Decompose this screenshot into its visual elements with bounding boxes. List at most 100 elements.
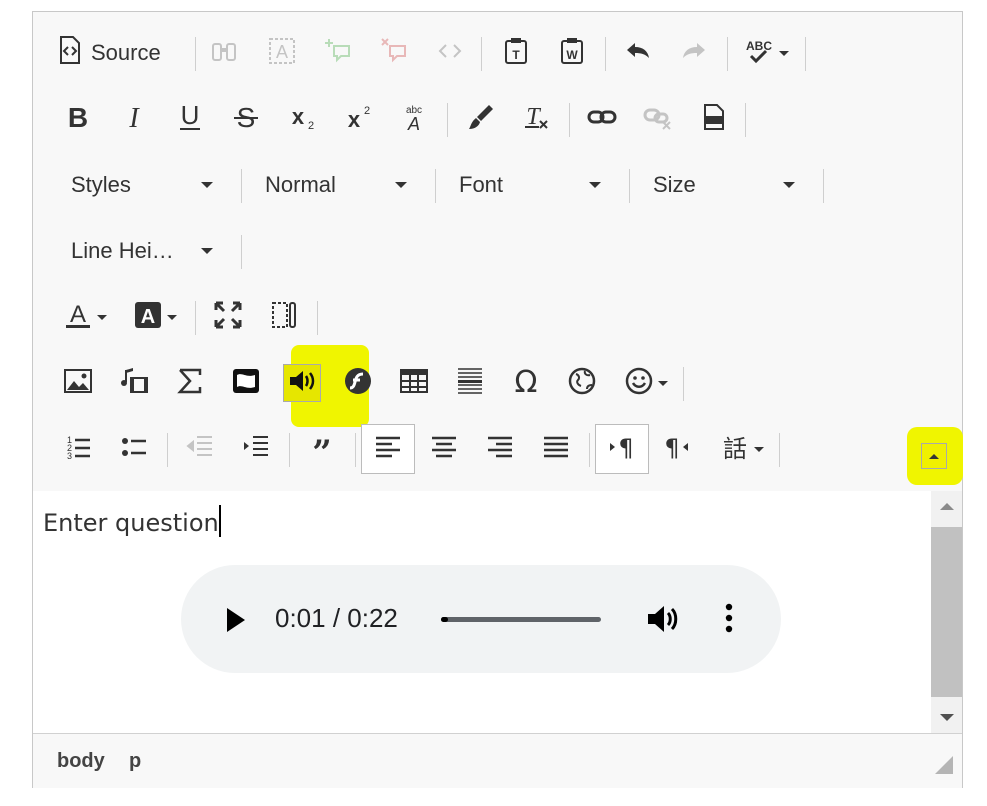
add-comment-icon [323, 36, 353, 71]
text-color-button[interactable]: A [57, 298, 113, 336]
audio-player[interactable]: 0:01 / 0:22 [181, 565, 781, 673]
source-button[interactable]: Source [57, 34, 161, 72]
align-center-button[interactable] [425, 430, 463, 468]
bullet-list-button[interactable] [115, 430, 153, 468]
element-path-bar: body p [33, 733, 962, 788]
collapse-toolbar-button[interactable] [921, 443, 947, 469]
copy-format-button[interactable] [461, 100, 499, 138]
audio-button[interactable] [283, 364, 321, 402]
outdent-button[interactable] [181, 430, 219, 468]
math-button[interactable] [171, 364, 209, 402]
subscript-button[interactable]: x2 [283, 100, 321, 138]
svg-text:x: x [292, 104, 305, 129]
code-button[interactable] [431, 34, 469, 72]
scroll-up-icon[interactable] [940, 503, 954, 510]
format-dropdown[interactable]: Normal [249, 166, 419, 204]
strikethrough-button[interactable]: S [227, 100, 265, 138]
redo-button[interactable] [675, 34, 713, 72]
blockquote-button[interactable]: ” [303, 430, 341, 473]
paste-as-text-icon: T [501, 36, 531, 71]
link-button[interactable] [583, 100, 621, 138]
background-color-button[interactable]: A [127, 298, 183, 336]
binoculars-icon [209, 36, 239, 71]
background-color-icon: A [133, 300, 163, 335]
anchor-button[interactable] [695, 100, 733, 138]
language-button[interactable]: 話 [713, 430, 771, 468]
quote-icon: ” [307, 432, 337, 473]
spellcheck-button[interactable]: ABC [739, 34, 795, 72]
svg-text:T: T [512, 48, 520, 62]
speaker-icon [287, 366, 317, 401]
svg-text:I: I [128, 103, 140, 132]
flash-button[interactable] [339, 364, 377, 402]
svg-text:U: U [181, 102, 200, 130]
numbered-list-button[interactable]: 123 [59, 430, 97, 468]
bold-icon: B [63, 102, 93, 137]
show-blocks-button[interactable] [265, 298, 303, 336]
image-button[interactable] [59, 364, 97, 402]
svg-text:Ω: Ω [515, 366, 538, 396]
align-right-button[interactable] [481, 430, 519, 468]
more-options-icon[interactable] [725, 603, 733, 638]
align-left-button[interactable] [361, 424, 415, 474]
element-path-p[interactable]: p [129, 750, 141, 773]
special-char-button[interactable]: Ω [507, 364, 545, 402]
scrollbar-thumb[interactable] [931, 527, 962, 697]
separator [589, 433, 590, 467]
bold-button[interactable]: B [59, 100, 97, 138]
svg-text:3: 3 [67, 451, 72, 461]
spellcheck-icon: ABC [745, 36, 775, 71]
embed-video-button[interactable] [227, 364, 265, 402]
element-path-body[interactable]: body [57, 750, 105, 773]
indent-button[interactable] [237, 430, 275, 468]
multimedia-button[interactable] [115, 364, 153, 402]
play-icon[interactable] [225, 607, 247, 638]
paste-word-button[interactable]: W [553, 34, 591, 72]
subscript-icon: x2 [287, 102, 317, 137]
horizontal-rule-button[interactable] [451, 364, 489, 402]
audio-progress-bar[interactable] [441, 617, 601, 622]
language-icon: 話 [720, 432, 750, 467]
toolbar-row-6: Ω [33, 358, 962, 408]
italic-button[interactable]: I [115, 100, 153, 138]
iframe-button[interactable] [563, 364, 601, 402]
replace-button[interactable]: A [263, 34, 301, 72]
undo-button[interactable] [619, 34, 657, 72]
superscript-button[interactable]: x2 [339, 100, 377, 138]
toolbar-row-5: A A [33, 292, 962, 342]
editor-content-area[interactable]: Enter question 0:01 / 0:22 [33, 491, 931, 733]
separator [195, 37, 196, 71]
toolbar-row-1: Source A T W ABC [33, 28, 962, 78]
maximize-button[interactable] [209, 298, 247, 336]
smiley-icon [624, 366, 654, 401]
delete-comment-button[interactable] [375, 34, 413, 72]
horizontal-rule-icon [455, 366, 485, 401]
remove-format-button[interactable]: T [517, 100, 555, 138]
svg-text:2: 2 [364, 105, 370, 117]
unlink-button[interactable] [639, 100, 677, 138]
rtl-button[interactable]: ¶ [657, 430, 695, 468]
find-button[interactable] [205, 34, 243, 72]
resize-handle-icon[interactable] [934, 755, 954, 780]
font-case-button[interactable]: abc A [395, 100, 433, 138]
insert-comment-button[interactable] [319, 34, 357, 72]
paste-text-button[interactable]: T [497, 34, 535, 72]
underline-button[interactable]: U [171, 100, 209, 138]
font-dropdown[interactable]: Font [443, 166, 613, 204]
emoji-button[interactable] [617, 364, 675, 402]
volume-icon[interactable] [647, 603, 681, 640]
justify-button[interactable] [537, 430, 575, 468]
size-dropdown[interactable]: Size [637, 166, 807, 204]
ltr-button[interactable]: ¶ [595, 424, 649, 474]
content-scrollbar[interactable] [931, 491, 962, 733]
editor-paragraph[interactable]: Enter question [43, 505, 221, 537]
table-button[interactable] [395, 364, 433, 402]
scroll-down-icon[interactable] [940, 714, 954, 721]
unlink-icon [643, 102, 673, 137]
globe-icon [567, 366, 597, 401]
line-height-dropdown[interactable]: Line Hei… [55, 232, 225, 270]
styles-dropdown[interactable]: Styles [55, 166, 225, 204]
sigma-icon [175, 366, 205, 401]
separator [167, 433, 168, 467]
chevron-down-icon [779, 50, 789, 56]
